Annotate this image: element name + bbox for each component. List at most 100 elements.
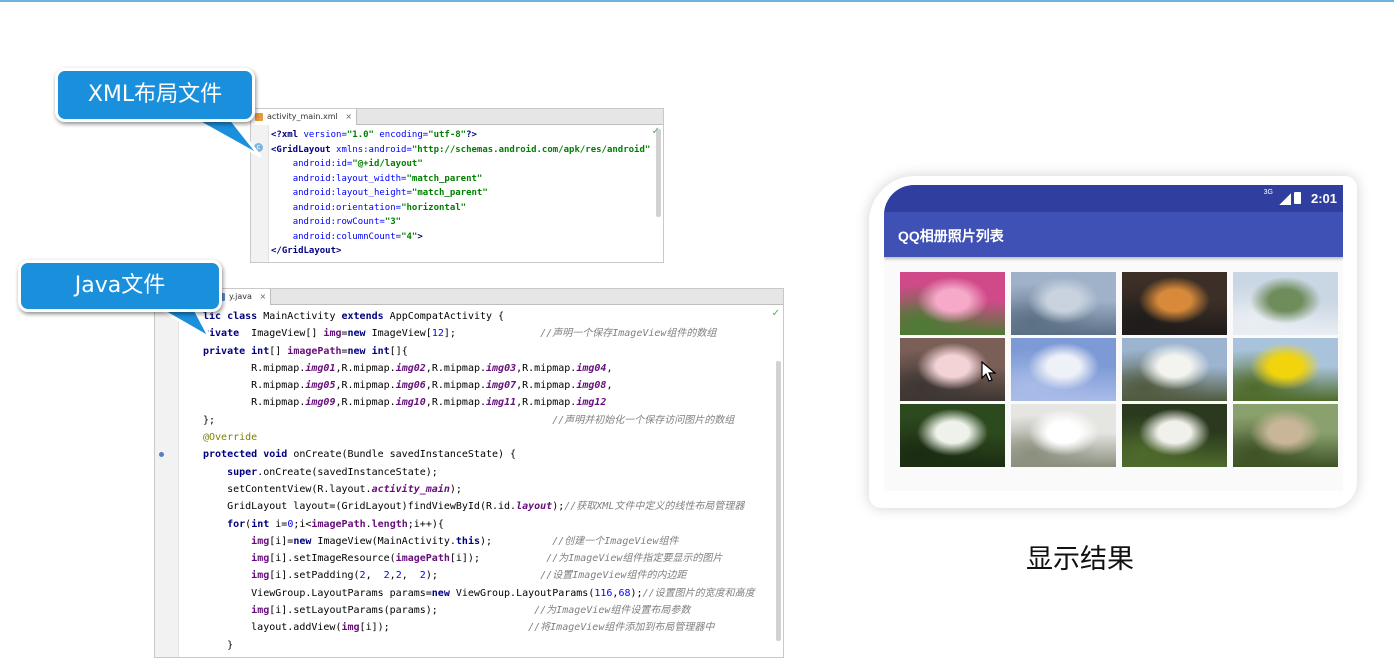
code-token: "utf-8" [428,130,467,140]
code-line: setContentView(R.layout.activity_main); [203,481,755,498]
tab-close-icon[interactable]: × [259,292,266,301]
code-line: </GridLayout> [271,244,650,259]
code-token: 68 [618,587,631,599]
code-token: imagePath [311,518,366,530]
photo-thumbnail-white-blossoms-dark[interactable] [1122,404,1227,467]
code-token: .onCreate(savedInstanceState); [257,466,438,478]
code-token: activity_main [371,483,450,495]
code-token: onCreate(Bundle savedInstanceState) { [293,449,517,461]
java-code-area[interactable]: lic class MainActivity extends AppCompat… [203,308,755,654]
inspection-ok-icon: ✓ [771,308,780,319]
code-token: , [401,570,420,582]
code-token: img01 [305,362,336,374]
code-token: "1.0" [346,130,380,140]
code-token: ,R.mipmap. [516,397,577,409]
battery-icon [1294,192,1301,204]
code-line: }; //声明并初始化一个保存访问图片的数组 [203,412,755,429]
xml-callout-label: XML布局文件 [87,82,223,107]
code-token: img09 [305,397,336,409]
java-file-callout: Java文件 [18,260,222,312]
code-token: //声明一个保存ImageView组件的数组 [540,328,717,340]
code-token: private int [203,345,270,357]
code-token: img [341,622,360,634]
code-token: ImageView[] [251,328,324,340]
code-line: R.mipmap.img05,R.mipmap.img06,R.mipmap.i… [203,377,755,394]
code-token: ImageView(MainActivity. [317,535,456,547]
code-token: [i].setLayoutParams(params); [269,605,535,617]
java-callout-label: Java文件 [74,273,166,298]
code-token: [] [269,345,288,357]
code-token: layout [516,501,553,513]
code-line: } [203,637,755,654]
code-line: R.mipmap.img01,R.mipmap.img02,R.mipmap.i… [203,360,755,377]
java-editor-scrollbar[interactable] [776,361,781,641]
photo-thumbnail-white-pear-blossoms[interactable] [1122,338,1227,401]
xml-editor-tabbar: activity_main.xml × [251,109,663,125]
photo-thumbnail-yellow-dandelion[interactable] [1233,338,1338,401]
photo-thumbnail-pink-peony[interactable] [900,272,1005,335]
xml-editor-scrollbar[interactable] [656,129,661,217]
code-token: ,R.mipmap. [335,362,396,374]
code-token: setContentView(R.layout. [203,483,372,495]
code-token: ImageView[ [371,328,432,340]
code-token: AppCompatActivity { [389,311,505,322]
tab-activity-main-xml[interactable]: activity_main.xml × [251,109,358,125]
code-token: //创建一个ImageView组件 [552,535,679,547]
code-token: ;i< [293,518,312,530]
code-token: [i]); [359,622,529,634]
tab-label: activity_main.xml [267,112,338,121]
photo-thumbnail-waterfront-trees[interactable] [1233,272,1338,335]
code-line: @Override [203,429,755,446]
code-token: MainActivity [263,311,342,322]
code-token: ,R.mipmap. [335,380,396,392]
code-token: android:layout_width= [292,173,407,184]
code-line: <?xml version="1.0" encoding="utf-8"?> [271,128,650,143]
code-token: "match_parent" [406,173,483,184]
code-token: 116 [594,587,613,599]
code-line: private int[] imagePath=new int[]{ [203,343,755,360]
code-token: new int [347,345,390,357]
code-token: ,R.mipmap. [516,380,577,392]
code-token: //设置ImageView组件的内边距 [540,570,687,582]
code-token: ?> [466,130,477,140]
code-token: encoding= [379,130,429,140]
code-line: img[i].setLayoutParams(params); //为Image… [203,602,755,619]
code-token: img07 [486,380,517,392]
photo-thumbnail-blue-sky-clouds[interactable] [1011,338,1116,401]
mouse-cursor-icon [981,361,997,382]
app-toolbar: QQ相册照片列表 [884,212,1343,257]
code-line: protected void onCreate(Bundle savedInst… [203,446,755,463]
code-token: version= [303,130,347,140]
xml-code-area[interactable]: <?xml version="1.0" encoding="utf-8"?> <G… [271,128,650,259]
code-token: ); [449,483,462,495]
code-token: //声明并初始化一个保存访问图片的数组 [552,414,735,426]
network-type-label: 3G [1263,189,1273,196]
code-token: "match_parent" [411,188,488,198]
code-token: [i].setImageResource( [269,553,396,565]
code-line: <GridLayout xmlns:android="http://schema… [271,143,650,158]
photo-thumbnail-lake-with-boat[interactable] [1011,272,1116,335]
photo-thumbnail-white-blossoms-leaves[interactable] [900,404,1005,467]
code-token: 12 [431,328,444,340]
code-token: R.mipmap. [203,362,306,374]
code-token: ,R.mipmap. [425,380,487,392]
code-token: "3" [384,217,402,227]
java-editor-panel: y.java × lic class MainActivity extends … [154,288,784,658]
code-token: android:layout_height= [292,188,412,198]
code-token: //为ImageView组件指定要显示的图片 [546,553,723,565]
tab-close-icon[interactable]: × [345,112,352,121]
code-token: length [371,518,408,530]
code-line: android:id="@+id/layout" [271,157,650,172]
photo-thumbnail-tree-lined-path[interactable] [1233,404,1338,467]
code-token: //将ImageView组件添加到布局管理器中 [528,622,715,634]
code-token: ;i++){ [407,518,444,530]
code-line: R.mipmap.img09,R.mipmap.img10,R.mipmap.i… [203,394,755,411]
code-token: img02 [395,362,426,374]
code-token: } [203,639,234,651]
photo-thumbnail-sunset-over-water[interactable] [1122,272,1227,335]
photo-thumbnail-white-flowers-closeup[interactable] [1011,404,1116,467]
code-token: > [417,231,423,242]
